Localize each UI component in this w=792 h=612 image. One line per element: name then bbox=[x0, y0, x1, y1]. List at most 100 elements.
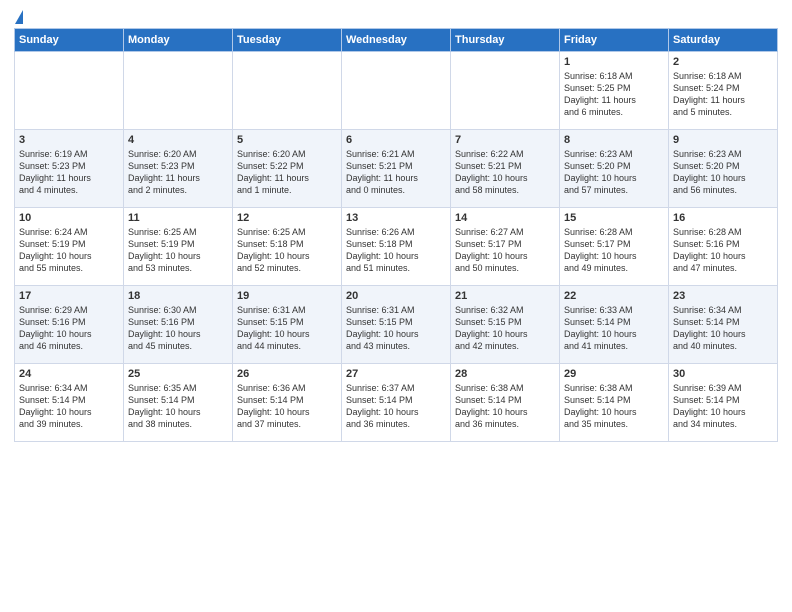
day-number: 25 bbox=[128, 368, 228, 380]
day-cell bbox=[233, 52, 342, 130]
day-info: Sunrise: 6:31 AMSunset: 5:15 PMDaylight:… bbox=[237, 304, 337, 353]
day-cell: 1Sunrise: 6:18 AMSunset: 5:25 PMDaylight… bbox=[560, 52, 669, 130]
calendar-header: SundayMondayTuesdayWednesdayThursdayFrid… bbox=[15, 29, 778, 52]
day-info: Sunrise: 6:19 AMSunset: 5:23 PMDaylight:… bbox=[19, 148, 119, 197]
day-info: Sunrise: 6:36 AMSunset: 5:14 PMDaylight:… bbox=[237, 382, 337, 431]
header-day-friday: Friday bbox=[560, 29, 669, 52]
day-number: 8 bbox=[564, 134, 664, 146]
day-cell: 17Sunrise: 6:29 AMSunset: 5:16 PMDayligh… bbox=[15, 286, 124, 364]
day-info: Sunrise: 6:28 AMSunset: 5:16 PMDaylight:… bbox=[673, 226, 773, 275]
day-info: Sunrise: 6:18 AMSunset: 5:24 PMDaylight:… bbox=[673, 70, 773, 119]
day-cell: 30 Sunrise: 6:39 AMSunset: 5:14 PMDayligh… bbox=[669, 364, 778, 442]
day-info: Sunrise: 6:38 AMSunset: 5:14 PMDaylight:… bbox=[455, 382, 555, 431]
day-cell: 6 Sunrise: 6:21 AMSunset: 5:21 PMDaylight… bbox=[342, 130, 451, 208]
day-number: 22 bbox=[564, 290, 664, 302]
day-number: 17 bbox=[19, 290, 119, 302]
day-number: 28 bbox=[455, 368, 555, 380]
header-day-saturday: Saturday bbox=[669, 29, 778, 52]
day-info: Sunrise: 6:39 AMSunset: 5:14 PMDaylight:… bbox=[673, 382, 773, 431]
day-info: Sunrise: 6:30 AMSunset: 5:16 PMDaylight:… bbox=[128, 304, 228, 353]
header-day-monday: Monday bbox=[124, 29, 233, 52]
day-cell: 2 Sunrise: 6:18 AMSunset: 5:24 PMDaylight… bbox=[669, 52, 778, 130]
day-number: 27 bbox=[346, 368, 446, 380]
day-cell: 12 Sunrise: 6:25 AMSunset: 5:18 PMDayligh… bbox=[233, 208, 342, 286]
day-number: 16 bbox=[673, 212, 773, 224]
logo bbox=[14, 14, 23, 22]
day-number: 18 bbox=[128, 290, 228, 302]
day-info: Sunrise: 6:28 AMSunset: 5:17 PMDaylight:… bbox=[564, 226, 664, 275]
day-number: 29 bbox=[564, 368, 664, 380]
day-number: 10 bbox=[19, 212, 119, 224]
day-cell: 24Sunrise: 6:34 AMSunset: 5:14 PMDayligh… bbox=[15, 364, 124, 442]
day-cell: 28 Sunrise: 6:38 AMSunset: 5:14 PMDayligh… bbox=[451, 364, 560, 442]
day-cell: 9 Sunrise: 6:23 AMSunset: 5:20 PMDaylight… bbox=[669, 130, 778, 208]
calendar-body: 1Sunrise: 6:18 AMSunset: 5:25 PMDaylight… bbox=[15, 52, 778, 442]
day-cell: 27 Sunrise: 6:37 AMSunset: 5:14 PMDayligh… bbox=[342, 364, 451, 442]
day-number: 3 bbox=[19, 134, 119, 146]
day-number: 19 bbox=[237, 290, 337, 302]
header-row: SundayMondayTuesdayWednesdayThursdayFrid… bbox=[15, 29, 778, 52]
day-cell: 8 Sunrise: 6:23 AMSunset: 5:20 PMDaylight… bbox=[560, 130, 669, 208]
day-number: 5 bbox=[237, 134, 337, 146]
day-info: Sunrise: 6:24 AMSunset: 5:19 PMDaylight:… bbox=[19, 226, 119, 275]
day-info: Sunrise: 6:34 AMSunset: 5:14 PMDaylight:… bbox=[673, 304, 773, 353]
day-cell: 4Sunrise: 6:20 AMSunset: 5:23 PMDaylight… bbox=[124, 130, 233, 208]
day-number: 4 bbox=[128, 134, 228, 146]
day-number: 30 bbox=[673, 368, 773, 380]
day-cell: 10 Sunrise: 6:24 AMSunset: 5:19 PMDayligh… bbox=[15, 208, 124, 286]
day-info: Sunrise: 6:32 AMSunset: 5:15 PMDaylight:… bbox=[455, 304, 555, 353]
header bbox=[14, 10, 778, 22]
day-cell: 26Sunrise: 6:36 AMSunset: 5:14 PMDayligh… bbox=[233, 364, 342, 442]
logo-triangle-icon bbox=[15, 10, 23, 24]
day-cell: 7 Sunrise: 6:22 AMSunset: 5:21 PMDaylight… bbox=[451, 130, 560, 208]
day-info: Sunrise: 6:25 AMSunset: 5:18 PMDaylight:… bbox=[237, 226, 337, 275]
day-cell: 21 Sunrise: 6:32 AMSunset: 5:15 PMDayligh… bbox=[451, 286, 560, 364]
day-cell bbox=[451, 52, 560, 130]
day-info: Sunrise: 6:34 AMSunset: 5:14 PMDaylight:… bbox=[19, 382, 119, 431]
day-cell: 15Sunrise: 6:28 AMSunset: 5:17 PMDayligh… bbox=[560, 208, 669, 286]
day-number: 23 bbox=[673, 290, 773, 302]
day-cell bbox=[342, 52, 451, 130]
day-cell: 25 Sunrise: 6:35 AMSunset: 5:14 PMDayligh… bbox=[124, 364, 233, 442]
day-info: Sunrise: 6:35 AMSunset: 5:14 PMDaylight:… bbox=[128, 382, 228, 431]
day-cell: 13 Sunrise: 6:26 AMSunset: 5:18 PMDayligh… bbox=[342, 208, 451, 286]
day-info: Sunrise: 6:23 AMSunset: 5:20 PMDaylight:… bbox=[564, 148, 664, 197]
week-row-2: 3 Sunrise: 6:19 AMSunset: 5:23 PMDaylight… bbox=[15, 130, 778, 208]
header-day-tuesday: Tuesday bbox=[233, 29, 342, 52]
day-number: 13 bbox=[346, 212, 446, 224]
day-number: 6 bbox=[346, 134, 446, 146]
day-cell: 29 Sunrise: 6:38 AMSunset: 5:14 PMDayligh… bbox=[560, 364, 669, 442]
week-row-3: 10 Sunrise: 6:24 AMSunset: 5:19 PMDayligh… bbox=[15, 208, 778, 286]
day-info: Sunrise: 6:22 AMSunset: 5:21 PMDaylight:… bbox=[455, 148, 555, 197]
day-number: 2 bbox=[673, 56, 773, 68]
day-number: 11 bbox=[128, 212, 228, 224]
day-number: 9 bbox=[673, 134, 773, 146]
day-info: Sunrise: 6:27 AMSunset: 5:17 PMDaylight:… bbox=[455, 226, 555, 275]
day-info: Sunrise: 6:33 AMSunset: 5:14 PMDaylight:… bbox=[564, 304, 664, 353]
day-info: Sunrise: 6:23 AMSunset: 5:20 PMDaylight:… bbox=[673, 148, 773, 197]
week-row-1: 1Sunrise: 6:18 AMSunset: 5:25 PMDaylight… bbox=[15, 52, 778, 130]
day-cell: 3 Sunrise: 6:19 AMSunset: 5:23 PMDaylight… bbox=[15, 130, 124, 208]
day-info: Sunrise: 6:26 AMSunset: 5:18 PMDaylight:… bbox=[346, 226, 446, 275]
day-cell: 11Sunrise: 6:25 AMSunset: 5:19 PMDayligh… bbox=[124, 208, 233, 286]
week-row-4: 17Sunrise: 6:29 AMSunset: 5:16 PMDayligh… bbox=[15, 286, 778, 364]
week-row-5: 24Sunrise: 6:34 AMSunset: 5:14 PMDayligh… bbox=[15, 364, 778, 442]
day-info: Sunrise: 6:20 AMSunset: 5:22 PMDaylight:… bbox=[237, 148, 337, 197]
header-day-wednesday: Wednesday bbox=[342, 29, 451, 52]
header-day-sunday: Sunday bbox=[15, 29, 124, 52]
day-info: Sunrise: 6:38 AMSunset: 5:14 PMDaylight:… bbox=[564, 382, 664, 431]
day-cell: 19 Sunrise: 6:31 AMSunset: 5:15 PMDayligh… bbox=[233, 286, 342, 364]
day-cell: 23 Sunrise: 6:34 AMSunset: 5:14 PMDayligh… bbox=[669, 286, 778, 364]
day-number: 12 bbox=[237, 212, 337, 224]
day-cell bbox=[124, 52, 233, 130]
day-info: Sunrise: 6:18 AMSunset: 5:25 PMDaylight:… bbox=[564, 70, 664, 119]
day-number: 21 bbox=[455, 290, 555, 302]
header-day-thursday: Thursday bbox=[451, 29, 560, 52]
day-info: Sunrise: 6:21 AMSunset: 5:21 PMDaylight:… bbox=[346, 148, 446, 197]
day-cell: 22 Sunrise: 6:33 AMSunset: 5:14 PMDayligh… bbox=[560, 286, 669, 364]
day-cell: 16 Sunrise: 6:28 AMSunset: 5:16 PMDayligh… bbox=[669, 208, 778, 286]
day-number: 7 bbox=[455, 134, 555, 146]
day-info: Sunrise: 6:31 AMSunset: 5:15 PMDaylight:… bbox=[346, 304, 446, 353]
day-info: Sunrise: 6:37 AMSunset: 5:14 PMDaylight:… bbox=[346, 382, 446, 431]
day-cell: 14Sunrise: 6:27 AMSunset: 5:17 PMDayligh… bbox=[451, 208, 560, 286]
